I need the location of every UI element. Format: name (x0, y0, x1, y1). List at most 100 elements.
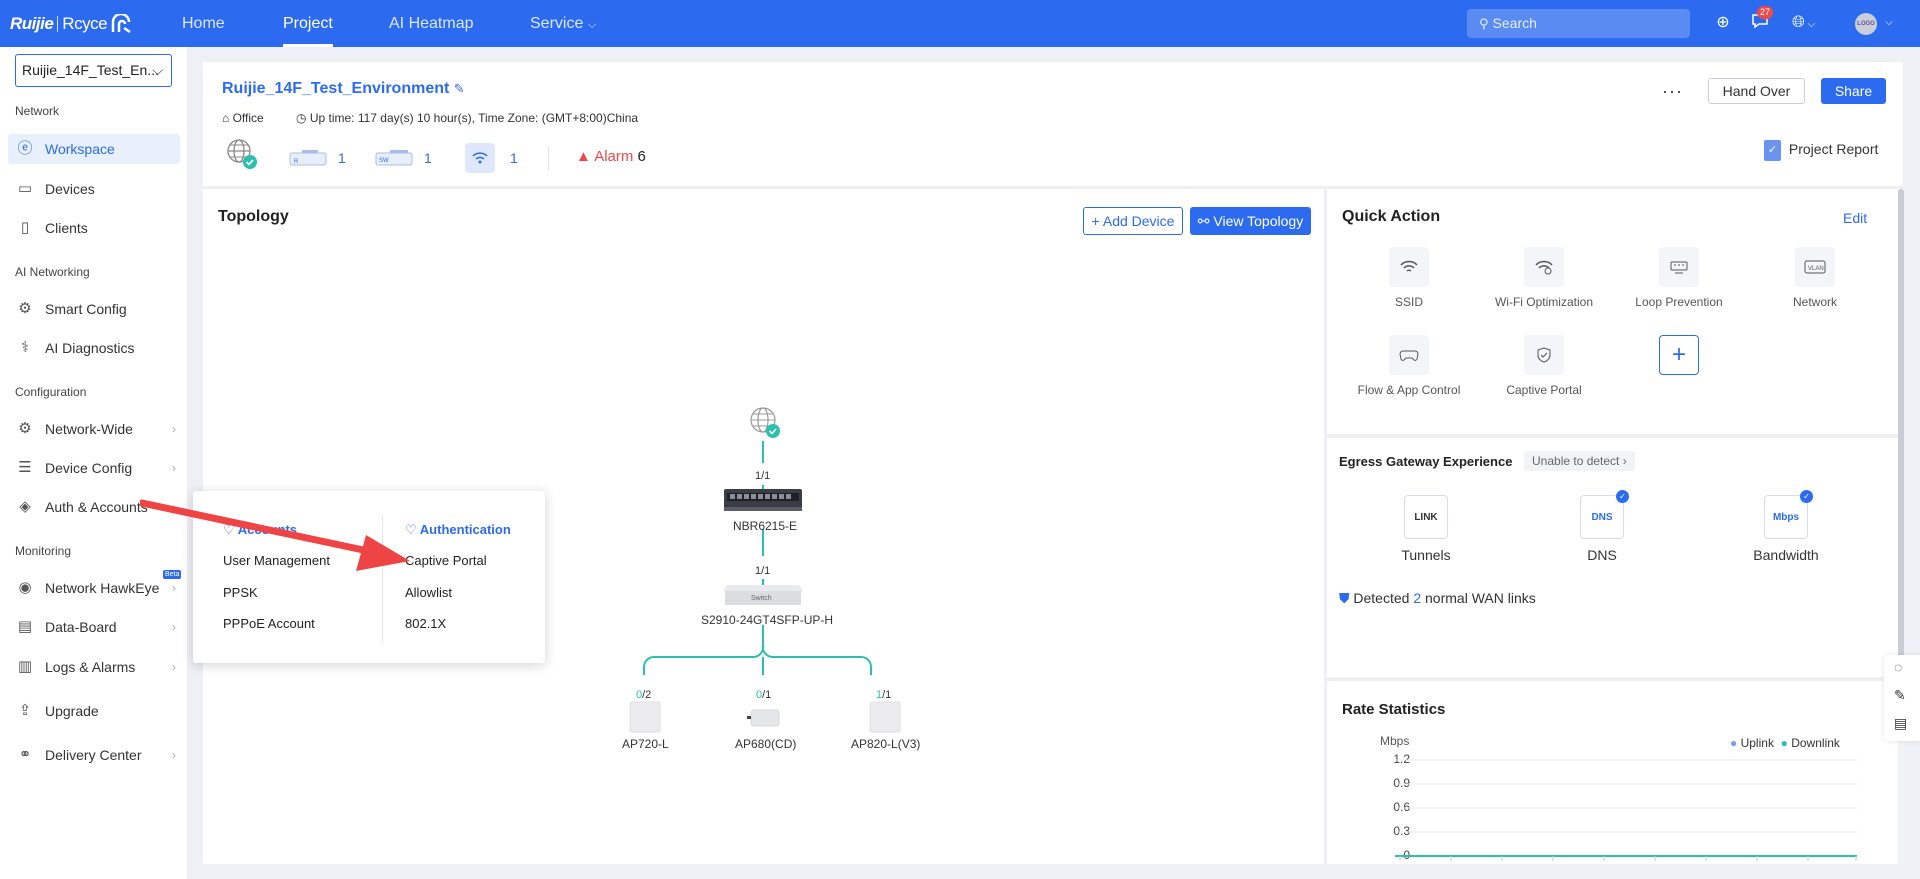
router-icon[interactable]: R (288, 147, 328, 174)
quick-action-network[interactable]: VLAN Network (1750, 247, 1880, 309)
ap-device-icon[interactable] (747, 709, 780, 727)
quick-action-label: Wi-Fi Optimization (1494, 295, 1593, 309)
egress-bandwidth[interactable]: Mbps ✓ Bandwidth (1726, 490, 1846, 563)
scrollbar-track[interactable] (1898, 189, 1904, 864)
ap-device-name[interactable]: AP720-L (622, 737, 669, 751)
clipboard-icon[interactable]: ▤ (1894, 715, 1907, 732)
quick-action-add-button[interactable]: + (1614, 335, 1744, 383)
sidebar-item-label: Delivery Center (45, 747, 142, 763)
chevron-right-icon: › (172, 620, 176, 634)
search-input[interactable]: ⚲ Search (1467, 9, 1690, 38)
chevron-down-icon[interactable]: ⌵ (1878, 12, 1900, 34)
egress-tunnels[interactable]: LINK Tunnels (1366, 495, 1486, 563)
sidebar-item-label: Smart Config (45, 301, 127, 317)
project-selector[interactable]: Ruijie_14F_Test_En... ⌵ (15, 54, 172, 87)
share-button[interactable]: Share (1821, 78, 1886, 104)
sidebar-item-device-config[interactable]: ☰ Device Config › (8, 453, 180, 483)
switch-icon[interactable]: SW (374, 147, 414, 174)
smart-config-icon: ⚙︎ (18, 300, 32, 317)
add-circle-icon[interactable]: ⊕ (1712, 12, 1734, 34)
svg-text:R: R (294, 159, 299, 165)
switch-device-name[interactable]: S2910-24GT4SFP-UP-H (701, 613, 833, 627)
quick-action-label: Captive Portal (1506, 383, 1582, 397)
globe-language-icon[interactable]: 🌐︎ ⌵ (1792, 12, 1828, 34)
menu-item-pppoe-account[interactable]: PPPoE Account (223, 616, 315, 631)
sidebar-item-logs-alarms[interactable]: ▥ Logs & Alarms › (8, 652, 180, 682)
gamepad-icon (1389, 335, 1429, 375)
quick-action-wifi-optimization[interactable]: Wi-Fi Optimization (1479, 247, 1609, 309)
sidebar-item-data-board[interactable]: ▤ Data-Board › (8, 612, 180, 642)
edit-quick-action-link[interactable]: Edit (1843, 210, 1867, 226)
internet-status-icon[interactable] (226, 138, 258, 175)
sliders-icon: ☰ (18, 459, 32, 476)
quick-action-ssid[interactable]: SSID (1344, 247, 1474, 309)
menu-item-8021x[interactable]: 802.1X (405, 616, 446, 631)
alarm-summary[interactable]: ▲ Alarm 6 (576, 148, 646, 165)
switch-count[interactable]: 1 (424, 150, 432, 166)
sidebar-item-network-hawkeye[interactable]: ◉ Network HawkEye Beta › (8, 570, 182, 603)
sidebar-item-label: Upgrade (45, 703, 99, 719)
menu-item-allowlist[interactable]: Allowlist (405, 585, 452, 600)
scrollbar-thumb[interactable] (1898, 189, 1904, 669)
ap-device-name[interactable]: AP680(CD) (735, 737, 796, 751)
ap-count[interactable]: 1 (510, 150, 518, 166)
vlan-icon: VLAN (1795, 247, 1835, 287)
floating-toolbar: ◌ ✎ ▤ (1884, 655, 1920, 741)
gateway-device-icon[interactable] (724, 489, 802, 511)
nav-home[interactable]: Home (182, 0, 225, 47)
divider (548, 146, 549, 170)
bandwidth-icon-text: Mbps (1772, 512, 1800, 523)
workspace-icon: ⓔ (17, 140, 33, 157)
egress-item-label: Tunnels (1401, 547, 1451, 563)
nav-project[interactable]: Project (283, 0, 333, 47)
hand-over-button[interactable]: Hand Over (1708, 78, 1805, 104)
nav-ai-heatmap[interactable]: AI Heatmap (389, 0, 473, 47)
quick-action-loop-prevention[interactable]: Loop Prevention (1614, 247, 1744, 309)
annotation-arrow (140, 499, 410, 571)
project-report-link[interactable]: ✓ Project Report (1764, 140, 1878, 161)
egress-status-badge[interactable]: Unable to detect › (1524, 451, 1635, 471)
chevron-down-icon: ⌵ (152, 62, 163, 78)
rate-legend: ● Uplink ● Downlink (1730, 736, 1840, 750)
quick-action-title: Quick Action (1342, 208, 1441, 225)
nav-service[interactable]: Service ⌵ (530, 0, 596, 47)
sidebar: Ruijie_14F_Test_En... ⌵ Network ⓔ Workspa… (0, 47, 187, 879)
sidebar-item-clients[interactable]: ▯ Clients (8, 213, 180, 243)
ap-device-icon[interactable] (629, 701, 661, 733)
quick-action-flow-app-control[interactable]: Flow & App Control (1344, 335, 1474, 397)
project-name: Ruijie_14F_Test_Environment ✎ (222, 80, 465, 98)
sidebar-item-upgrade[interactable]: ⇪ Upgrade (8, 696, 180, 726)
edit-pencil-icon[interactable]: ✎ (454, 81, 465, 96)
sidebar-item-smart-config[interactable]: ⚙︎ Smart Config (8, 294, 180, 324)
egress-dns[interactable]: DNS ✓ DNS (1542, 490, 1662, 563)
menu-item-ppsk[interactable]: PPSK (223, 585, 258, 600)
ap-device-name[interactable]: AP820-L(V3) (851, 737, 920, 751)
quick-action-captive-portal[interactable]: Captive Portal (1479, 335, 1609, 397)
feedback-icon[interactable]: ✎ (1894, 687, 1906, 704)
sidebar-item-network-wide[interactable]: ⚙︎ Network-Wide › (8, 414, 180, 444)
ap-port-label: 1/1 (876, 689, 891, 701)
shield-check-icon (1524, 335, 1564, 375)
logo-text-secondary: Rcyce (62, 13, 108, 33)
sidebar-item-delivery-center[interactable]: ⚭ Delivery Center › (8, 740, 180, 770)
group-network: Network (15, 104, 60, 118)
avatar[interactable]: LOGO (1855, 13, 1877, 35)
brand-logo[interactable]: Ruijie Rcyce (10, 10, 134, 37)
uptime-info: ◷ Up time: 117 day(s) 10 hour(s), Time Z… (296, 111, 638, 125)
quick-action-label: SSID (1394, 295, 1423, 309)
internet-globe-icon[interactable] (750, 407, 780, 438)
sidebar-item-devices[interactable]: ▭ Devices (8, 174, 180, 204)
sidebar-item-workspace[interactable]: ⓔ Workspace (8, 134, 180, 164)
sidebar-item-label: Data-Board (45, 619, 117, 635)
ap-device-icon[interactable] (869, 701, 901, 733)
gateway-device-name[interactable]: NBR6215-E (733, 519, 797, 533)
router-count[interactable]: 1 (338, 150, 346, 166)
building-icon: ⌂ (222, 111, 230, 125)
chat-icon[interactable]: ◌ (1894, 659, 1902, 675)
switch-port-label: 1/1 (755, 565, 771, 577)
more-options-icon[interactable]: ··· (1662, 81, 1683, 102)
ap-icon[interactable] (465, 143, 495, 173)
sidebar-item-ai-diagnostics[interactable]: ⚕︎ AI Diagnostics (8, 333, 180, 363)
top-navigation-bar: Ruijie Rcyce Home Project AI Heatmap Ser… (0, 0, 1920, 47)
dns-icon: DNS ✓ (1580, 490, 1629, 539)
